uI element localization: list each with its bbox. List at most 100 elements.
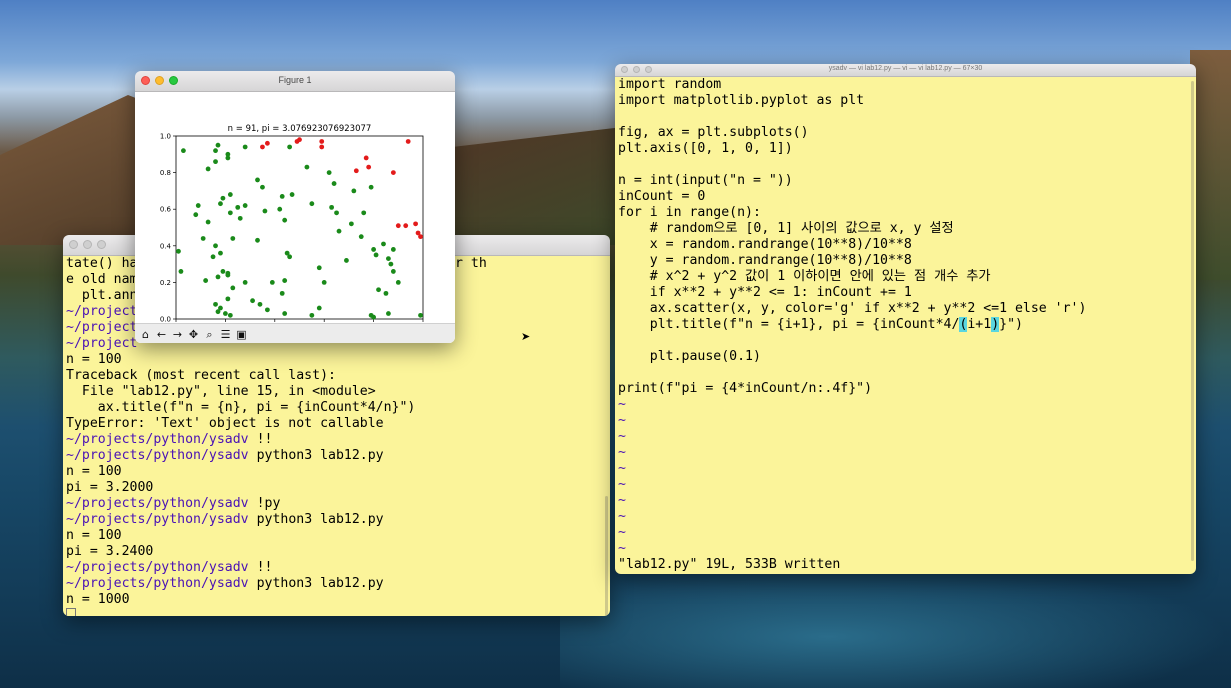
terminal-line: n = 100 xyxy=(66,464,122,479)
terminal-prompt: ~/projects/python/ysadv xyxy=(66,560,249,575)
code-line: plt.pause(0.1) xyxy=(618,349,761,364)
scatter-point-green xyxy=(205,219,211,225)
scatter-point-green xyxy=(242,144,248,150)
code-line: y = random.randrange(10**8)/10**8 xyxy=(618,253,912,268)
empty-line-marker: ~ xyxy=(618,493,626,508)
desktop-hills xyxy=(1190,50,1231,280)
terminal-line: ~/projects/python/ysadv !! xyxy=(66,432,607,448)
scatter-point-green xyxy=(309,201,315,207)
minimize-button[interactable] xyxy=(83,240,92,249)
scatter-point-green xyxy=(418,312,423,318)
home-icon[interactable]: ⌂ xyxy=(138,327,153,342)
scatter-point-red xyxy=(297,137,302,143)
figure-canvas[interactable]: n = 91, pi = 3.076923076923077 0.0 0.2 0.4 0… xyxy=(135,92,455,343)
scatter-point-green xyxy=(316,265,322,271)
scatter-point-green xyxy=(386,256,391,262)
terminal-scroll-thumb[interactable] xyxy=(605,496,608,616)
terminal-command: !! xyxy=(248,560,273,575)
y-tick-label: 1.0 xyxy=(160,133,171,141)
scatter-point-green xyxy=(368,184,374,190)
code-line: fig, ax = plt.subplots() xyxy=(618,125,809,140)
scatter-point-green xyxy=(395,280,401,285)
scatter-point-green xyxy=(242,280,248,285)
code-line: # x^2 + y^2 값이 1 이하이면 안에 있는 점 개수 추가 xyxy=(618,269,991,284)
configure-icon[interactable]: ☰ xyxy=(218,327,233,342)
terminal-prompt: ~/projects/python/ysadv xyxy=(66,432,249,447)
forward-icon[interactable]: → xyxy=(170,327,185,342)
code-fragment: plt.title(f"n = {i+1}, pi = {inCount*4/ xyxy=(618,317,960,332)
terminal-scrollbar[interactable] xyxy=(602,256,608,616)
terminal-prompt: ~/project xyxy=(66,320,138,335)
code-line: import matplotlib.pyplot as plt xyxy=(618,93,865,108)
desktop-sea xyxy=(560,560,1230,688)
terminal-command: python3 lab12.py xyxy=(248,576,384,591)
code-line: # random으로 [0, 1] 사이의 값으로 x, y 설정 xyxy=(618,221,954,236)
empty-line-marker: ~ xyxy=(618,461,626,476)
scatter-point-green xyxy=(316,305,322,311)
scatter-point-green xyxy=(242,203,248,208)
scatter-point-green xyxy=(373,252,379,258)
scatter-point-green xyxy=(331,181,337,186)
scatter-point-red xyxy=(260,144,265,150)
scatter-point-green xyxy=(282,217,288,223)
figure-title: Figure 1 xyxy=(278,75,312,85)
figure-window[interactable]: Figure 1 n = 91, pi = 3.076923076923077 0… xyxy=(135,71,455,343)
vim-window[interactable]: ysadv — vi lab12.py — vi — vi lab12.py —… xyxy=(615,64,1196,574)
scatter-point-green xyxy=(334,210,339,216)
vim-scroll-thumb[interactable] xyxy=(1191,81,1194,561)
terminal-command: python3 lab12.py xyxy=(248,512,384,527)
scatter-point-green xyxy=(220,195,226,201)
vim-scrollbar[interactable] xyxy=(1188,77,1194,574)
scatter-point-green xyxy=(279,290,285,296)
zoom-button[interactable] xyxy=(97,240,106,249)
empty-line-marker: ~ xyxy=(618,413,626,428)
scatter-point-red xyxy=(366,164,372,170)
scatter-point-green xyxy=(225,151,231,157)
empty-line-marker: ~ xyxy=(618,541,626,556)
scatter-point-green xyxy=(213,243,218,249)
scatter-point-green xyxy=(260,184,265,190)
scatter-point-green xyxy=(381,241,386,247)
scatter-point-green xyxy=(361,210,367,216)
code-line: plt.title(f"n = {i+1}, pi = {inCount*4/(… xyxy=(618,317,1193,333)
scatter-point-green xyxy=(227,312,233,318)
scatter-point-green xyxy=(264,307,270,313)
zoom-icon[interactable]: ⌕ xyxy=(202,327,217,342)
terminal-line: File "lab12.py", line 15, in <module> xyxy=(66,384,376,399)
scatter-point-green xyxy=(262,208,268,214)
chart-title: n = 91, pi = 3.076923076923077 xyxy=(228,124,372,134)
figure-titlebar[interactable]: Figure 1 xyxy=(135,71,455,92)
scatter-point-green xyxy=(215,142,221,148)
y-tick-label: 0.8 xyxy=(160,169,171,177)
back-icon[interactable]: ← xyxy=(154,327,169,342)
vim-status-line: "lab12.py" 19L, 533B written xyxy=(618,557,841,572)
scatter-point-red xyxy=(395,223,401,229)
scatter-point-green xyxy=(386,311,391,316)
empty-line-marker: ~ xyxy=(618,477,626,492)
scatter-point-green xyxy=(205,166,211,172)
scatter-point-green xyxy=(287,254,293,260)
save-icon[interactable]: ▣ xyxy=(234,327,249,342)
terminal-command: !! xyxy=(248,432,273,447)
scatter-point-green xyxy=(255,237,260,243)
vim-titlebar[interactable]: ysadv — vi lab12.py — vi — vi lab12.py —… xyxy=(615,64,1196,77)
pan-icon[interactable]: ✥ xyxy=(186,327,201,342)
scatter-point-green xyxy=(176,248,181,254)
scatter-point-green xyxy=(371,314,376,320)
scatter-point-green xyxy=(178,269,184,274)
terminal-command: python3 lab12.py xyxy=(248,448,384,463)
vim-editor[interactable]: import random import matplotlib.pyplot as… xyxy=(615,77,1196,574)
scatter-point-green xyxy=(203,278,209,283)
terminal-line: Traceback (most recent call last): xyxy=(66,368,336,383)
scatter-point-green xyxy=(227,210,233,216)
close-button[interactable] xyxy=(69,240,78,249)
scatter-point-red xyxy=(418,234,423,240)
empty-line-marker: ~ xyxy=(618,397,626,412)
code-line: ax.scatter(x, y, color='g' if x**2 + y**… xyxy=(618,301,1087,316)
terminal-line: n = 1000 xyxy=(66,592,130,607)
scatter-point-red xyxy=(264,140,270,146)
